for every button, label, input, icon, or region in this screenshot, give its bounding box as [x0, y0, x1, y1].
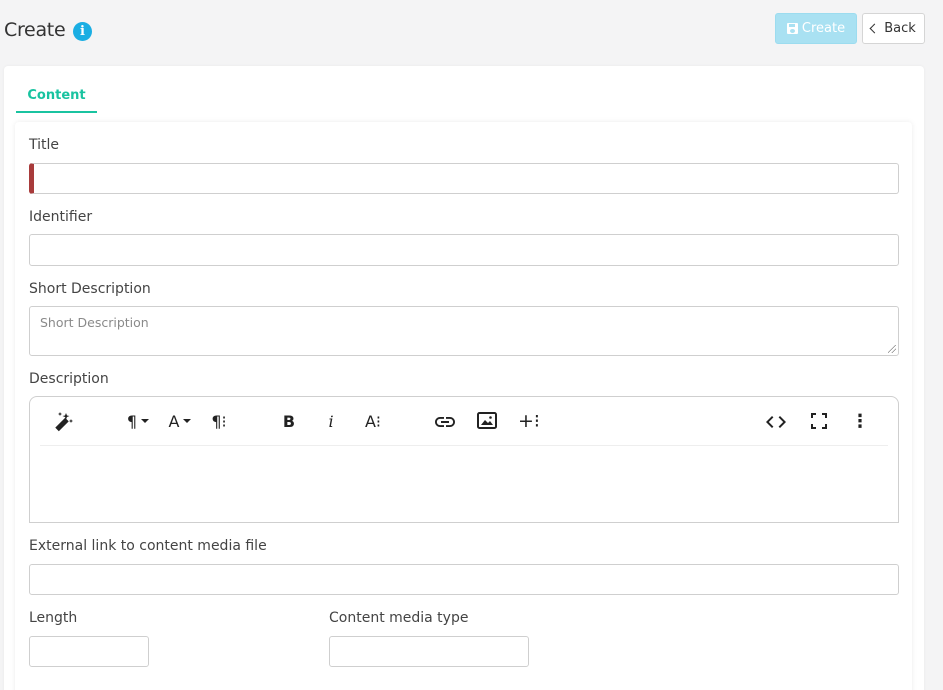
italic-icon: i — [328, 411, 334, 431]
description-editor[interactable]: ¶ A ¶⁝ B i A⁝ +⁝ ⋮ — [29, 396, 899, 523]
description-label: Description — [29, 371, 109, 387]
title-label: Title — [29, 137, 60, 153]
info-icon[interactable]: i — [73, 22, 92, 41]
identifier-label: Identifier — [29, 209, 93, 225]
caret-down-icon — [183, 419, 192, 423]
fullscreen-icon[interactable] — [808, 410, 830, 432]
paragraph-format-icon: ¶⁝ — [211, 411, 227, 431]
length-input[interactable] — [29, 636, 149, 667]
length-label: Length — [29, 610, 78, 626]
insert-more-button[interactable]: +⁝ — [516, 409, 542, 433]
caret-down-icon — [141, 419, 150, 423]
chevron-left-icon — [869, 23, 880, 34]
image-icon[interactable] — [476, 410, 498, 432]
media-type-label: Content media type — [329, 610, 469, 626]
identifier-input[interactable] — [29, 234, 899, 266]
tab-content[interactable]: Content — [16, 86, 97, 113]
link-icon[interactable] — [433, 410, 457, 434]
code-view-icon[interactable] — [764, 410, 788, 434]
short-description-placeholder: Short Description — [40, 315, 149, 330]
create-button[interactable]: Create — [775, 13, 857, 44]
resize-grip-icon[interactable] — [888, 345, 896, 353]
back-button-label: Back — [884, 21, 916, 36]
bold-icon: B — [282, 411, 296, 431]
text-size-icon: A⁝ — [364, 411, 382, 431]
toolbar-divider — [40, 445, 888, 446]
text-size-button[interactable]: A⁝ — [360, 409, 386, 433]
short-description-label: Short Description — [29, 281, 151, 297]
bold-button[interactable]: B — [278, 409, 300, 433]
more-vertical-icon: ⋮ — [851, 410, 869, 432]
external-link-label: External link to content media file — [29, 538, 267, 554]
page-header: Create i Create Back — [0, 0, 943, 64]
paragraph-icon: ¶ — [126, 411, 138, 431]
italic-button[interactable]: i — [320, 409, 342, 433]
page-title: Create — [4, 19, 66, 41]
save-icon — [786, 23, 798, 34]
media-type-input[interactable] — [329, 636, 529, 667]
create-button-label: Create — [801, 21, 846, 36]
font-color-icon: A — [168, 411, 180, 431]
insert-more-icon: +⁝ — [518, 410, 540, 432]
paragraph-button[interactable]: ¶ — [122, 409, 154, 433]
external-link-input[interactable] — [29, 564, 899, 595]
short-description-textarea[interactable]: Short Description — [29, 306, 899, 356]
more-vertical-button[interactable]: ⋮ — [850, 409, 870, 433]
font-color-button[interactable]: A — [164, 409, 196, 433]
title-input[interactable] — [29, 163, 899, 194]
paragraph-format-button[interactable]: ¶⁝ — [206, 409, 232, 433]
back-button[interactable]: Back — [862, 13, 925, 44]
magic-wand-icon[interactable] — [52, 411, 74, 433]
